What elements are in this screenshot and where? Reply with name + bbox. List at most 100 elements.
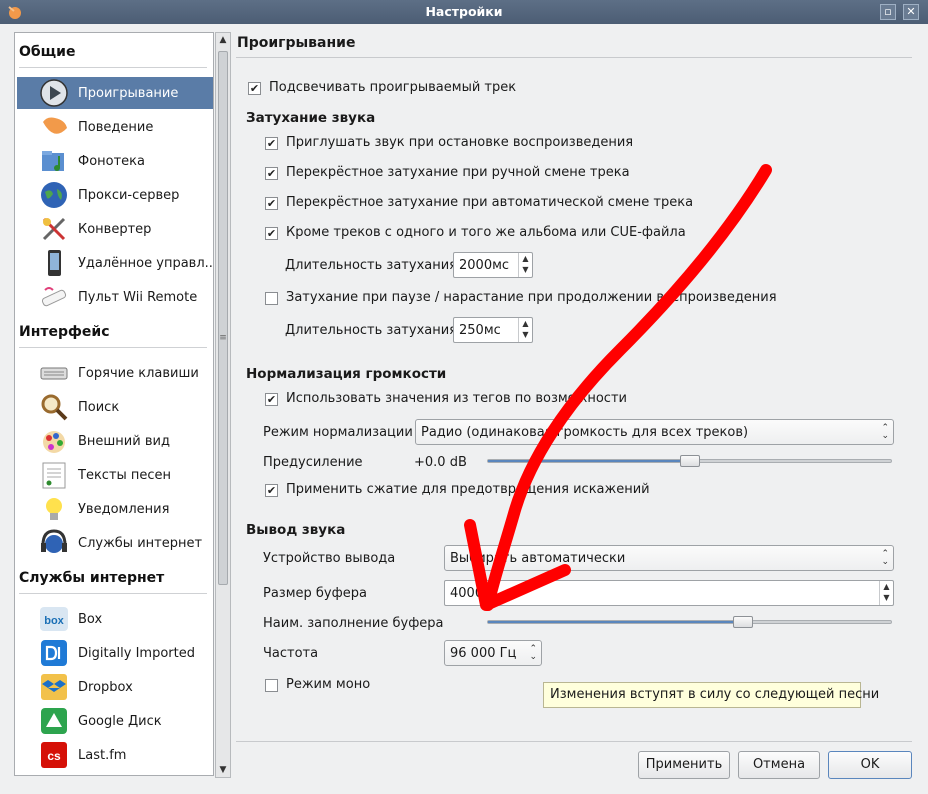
scroll-up-icon[interactable]: ▲ — [216, 33, 230, 47]
preamp-slider[interactable] — [487, 455, 892, 467]
min-buffer-label: Наим. заполнение буфера — [263, 616, 444, 631]
section-divider — [19, 67, 207, 68]
sidebar-item-label: Пульт Wii Remote — [78, 290, 198, 305]
fade-on-stop-checkbox[interactable]: ✔ — [265, 137, 278, 150]
combo-arrows-icon: ⌃ ⌄ — [881, 549, 889, 567]
highlight-track-label: Подсвечивать проигрываемый трек — [269, 80, 517, 95]
normalization-group-title: Нормализация громкости — [246, 366, 447, 382]
sidebar-item-playback[interactable]: Проигрывание — [17, 77, 213, 109]
sidebar-item-label: Удалённое управл... — [78, 256, 214, 271]
buffer-size-spinbox[interactable]: 4000 ▲ ▼ — [444, 580, 894, 606]
output-device-select[interactable]: Выбирать автоматически ⌃ ⌄ — [444, 545, 894, 571]
sidebar-item-label: Конвертер — [78, 222, 152, 237]
google-drive-icon — [41, 708, 67, 734]
box-icon: box — [40, 607, 68, 631]
sidebar-item-box[interactable]: box Box — [17, 603, 213, 635]
sample-rate-label: Частота — [263, 646, 319, 661]
combo-arrows-icon: ⌃ ⌄ — [529, 644, 537, 662]
sample-rate-value: 96 000 Гц — [450, 646, 517, 661]
sidebar-item-dropbox[interactable]: Dropbox — [17, 671, 213, 703]
sidebar-item-label: Уведомления — [78, 502, 170, 517]
crossfade-auto-label: Перекрёстное затухание при автоматическо… — [286, 195, 694, 210]
highlight-track-checkbox[interactable]: ✔ — [248, 82, 261, 95]
fade-on-pause-label: Затухание при паузе / нарастание при про… — [286, 290, 777, 305]
sidebar-item-label: Google Диск — [78, 714, 162, 729]
sidebar-item-shortcuts[interactable]: Горячие клавиши — [17, 357, 213, 389]
fade-group-title: Затухание звука — [246, 110, 376, 126]
sidebar-item-label: Фонотека — [78, 154, 145, 169]
buffer-size-label: Размер буфера — [263, 586, 367, 601]
crossfade-manual-label: Перекрёстное затухание при ручной смене … — [286, 165, 630, 180]
sidebar-item-remote[interactable]: Удалённое управл... — [17, 247, 213, 279]
maximize-icon[interactable]: ▫ — [880, 4, 896, 20]
output-device-value: Выбирать автоматически — [450, 551, 626, 566]
sidebar-item-search[interactable]: Поиск — [17, 391, 213, 423]
pause-fade-duration-label: Длительность затухания — [285, 323, 457, 338]
min-buffer-slider[interactable] — [487, 616, 892, 628]
sidebar-item-label: Поиск — [78, 400, 120, 415]
lightbulb-icon — [46, 498, 62, 520]
sidebar-item-transcoder[interactable]: Конвертер — [17, 213, 213, 245]
sidebar-item-more[interactable] — [17, 773, 213, 776]
sidebar-item-notifications[interactable]: Уведомления — [17, 493, 213, 525]
fade-on-pause-checkbox[interactable] — [265, 292, 278, 305]
apply-button[interactable]: Применить — [638, 751, 730, 779]
sidebar-item-label: Digitally Imported — [78, 646, 195, 661]
sidebar-item-label: Проигрывание — [78, 86, 179, 101]
sidebar-item-label: Внешний вид — [78, 434, 170, 449]
compression-checkbox[interactable]: ✔ — [265, 484, 278, 497]
slider-handle[interactable] — [680, 455, 700, 467]
sidebar-scrollbar[interactable]: ▲ ≡ ▼ — [215, 32, 231, 778]
service-icon — [39, 774, 69, 776]
sidebar-item-lyrics[interactable]: Тексты песен — [17, 459, 213, 491]
palette-icon — [43, 431, 65, 453]
lastfm-icon: cs — [41, 742, 67, 768]
sidebar-item-wiimote[interactable]: Пульт Wii Remote — [17, 281, 213, 313]
close-icon[interactable]: ✕ — [903, 4, 919, 20]
spin-arrows-icon[interactable]: ▲ ▼ — [879, 581, 893, 605]
lyrics-icon — [42, 462, 66, 489]
sidebar-item-proxy[interactable]: Прокси-сервер — [17, 179, 213, 211]
normalization-mode-select[interactable]: Радио (одинаковая громкость для всех тре… — [415, 419, 894, 445]
tangerine-icon — [43, 117, 67, 134]
fade-duration-spinbox[interactable]: 2000мс ▲ ▼ — [453, 252, 533, 278]
use-tags-checkbox[interactable]: ✔ — [265, 393, 278, 406]
crossfade-auto-checkbox[interactable]: ✔ — [265, 197, 278, 210]
sidebar-item-label: Службы интернет — [78, 536, 203, 551]
sidebar-item-label: Прокси-сервер — [78, 188, 180, 203]
slider-handle[interactable] — [733, 616, 753, 628]
title-bar: Настройки ▫ ✕ — [0, 0, 928, 24]
restart-tooltip: Изменения вступят в силу со следующей пе… — [543, 682, 879, 708]
normalization-mode-label: Режим нормализации — [263, 425, 413, 440]
mono-label: Режим моно — [286, 677, 371, 692]
sidebar-item-appearance[interactable]: Внешний вид — [17, 425, 213, 457]
svg-text:box: box — [44, 615, 64, 627]
spin-arrows-icon[interactable]: ▲ ▼ — [518, 318, 532, 342]
spin-arrows-icon[interactable]: ▲ ▼ — [518, 253, 532, 277]
preamp-value: +0.0 dB — [414, 455, 467, 470]
sidebar-item-lastfm[interactable]: cs Last.fm — [17, 739, 213, 771]
sidebar-item-library[interactable]: Фонотека — [17, 145, 213, 177]
cancel-button[interactable]: Отмена — [738, 751, 820, 779]
splitter-grip-icon[interactable]: ≡ — [219, 333, 227, 343]
sidebar-item-google-drive[interactable]: Google Диск — [17, 705, 213, 737]
sidebar-item-label: Dropbox — [78, 680, 133, 695]
scrollbar-thumb[interactable] — [218, 51, 228, 585]
sidebar-item-label: Тексты песен — [78, 468, 172, 483]
crossfade-manual-checkbox[interactable]: ✔ — [265, 167, 278, 180]
fade-on-stop-label: Приглушать звук при остановке воспроизве… — [286, 135, 634, 150]
pause-fade-duration-spinbox[interactable]: 250мс ▲ ▼ — [453, 317, 533, 343]
sidebar-item-label: Last.fm — [78, 748, 127, 763]
globe-icon — [41, 182, 67, 208]
scroll-down-icon[interactable]: ▼ — [216, 763, 230, 777]
sample-rate-select[interactable]: 96 000 Гц ⌃ ⌄ — [444, 640, 542, 666]
sidebar-item-internet-services[interactable]: Службы интернет — [17, 527, 213, 559]
compression-label: Применить сжатие для предотвращения иска… — [286, 482, 650, 497]
settings-sidebar: Общие Проигрывание Поведение Фонотека Пр… — [14, 32, 214, 776]
except-same-album-checkbox[interactable]: ✔ — [265, 227, 278, 240]
mono-checkbox[interactable] — [265, 679, 278, 692]
sidebar-item-digitally-imported[interactable]: Digitally Imported — [17, 637, 213, 669]
sidebar-item-behaviour[interactable]: Поведение — [17, 111, 213, 143]
sidebar-item-label: Горячие клавиши — [78, 366, 199, 381]
ok-button[interactable]: OK — [828, 751, 912, 779]
